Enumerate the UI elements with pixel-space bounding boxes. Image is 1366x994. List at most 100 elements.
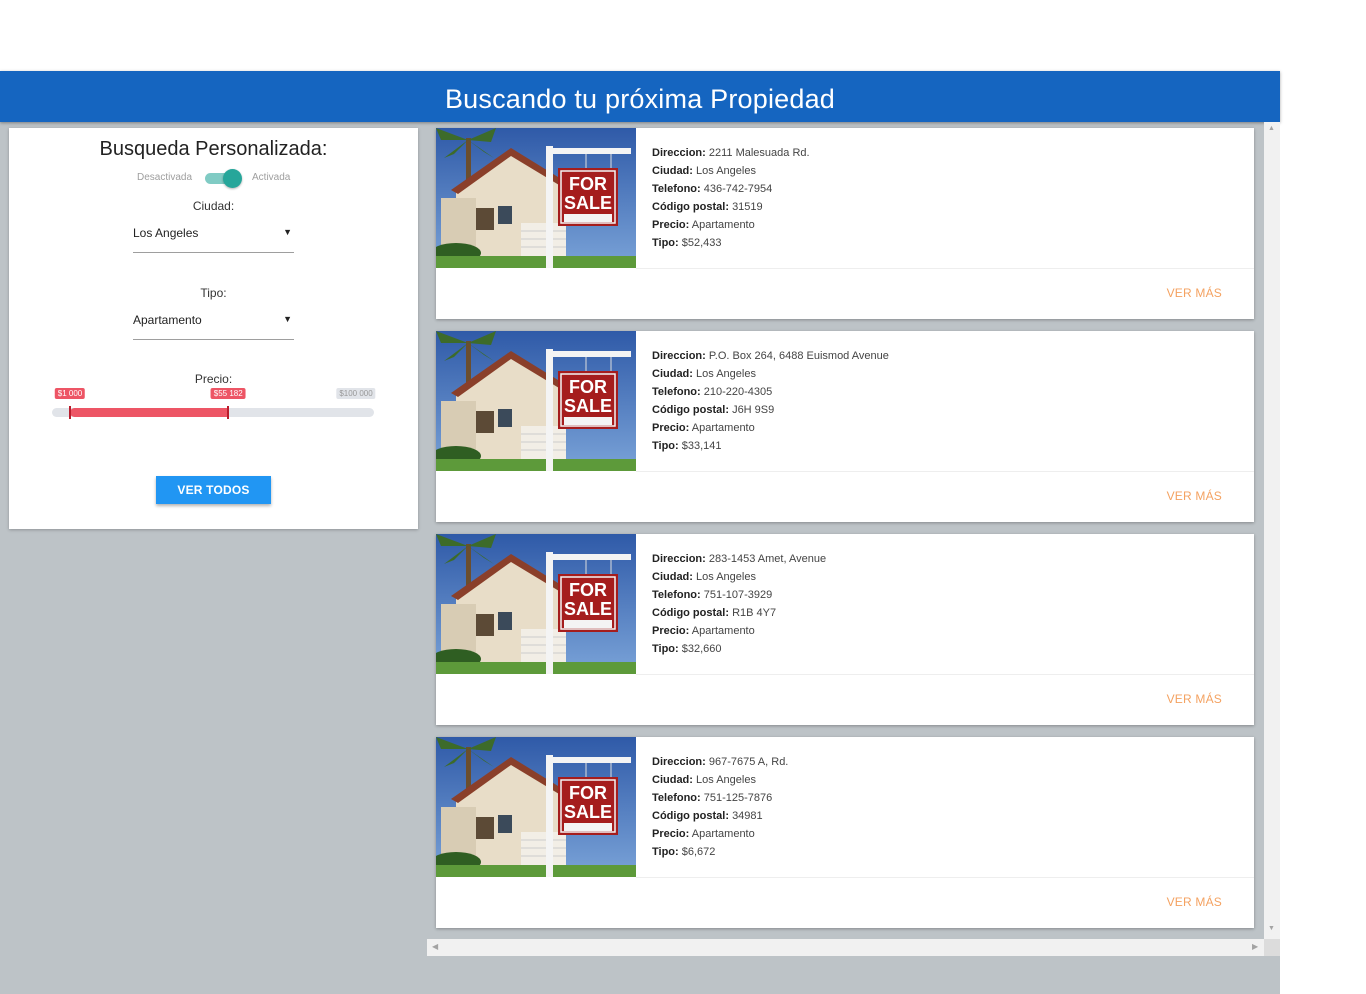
postal-value: 31519 [732,201,763,213]
price-value: Apartamento [691,625,755,637]
phone-label: Telefono: [652,792,701,804]
svg-text:FOR: FOR [569,580,607,600]
city-value: Los Angeles [696,774,756,786]
app-header: Buscando tu próxima Propiedad [0,71,1280,122]
see-more-link[interactable]: VER MÁS [1167,489,1222,503]
scroll-up-icon[interactable]: ▲ [1268,125,1275,132]
toggle-on-label: Activada [252,172,291,183]
phone-line: Telefono: 210-220-4305 [652,383,889,401]
card-divider [636,268,1254,269]
page: Buscando tu próxima Propiedad Busqueda P… [0,0,1366,994]
caret-down-icon: ▼ [283,227,292,237]
address-value: 2211 Malesuada Rd. [708,147,810,159]
postal-label: Código postal: [652,201,729,213]
address-line: Direccion: 967-7675 A, Rd. [652,753,788,771]
for-sale-house-photo: FOR SALE [436,534,636,674]
type-line: Tipo: $6,672 [652,843,788,861]
see-more-link[interactable]: VER MÁS [1167,286,1222,300]
phone-value: 751-125-7876 [703,792,773,804]
for-sale-house-photo: FOR SALE [436,737,636,877]
phone-label: Telefono: [652,386,701,398]
address-label: Direccion: [652,350,706,362]
see-more-link[interactable]: VER MÁS [1167,692,1222,706]
address-label: Direccion: [652,553,706,565]
see-more-link[interactable]: VER MÁS [1167,895,1222,909]
city-field-label: Ciudad: [652,165,693,177]
svg-text:SALE: SALE [564,193,612,213]
svg-text:SALE: SALE [564,396,612,416]
postal-label: Código postal: [652,810,729,822]
property-details: Direccion: P.O. Box 264, 6488 Euismod Av… [652,347,889,455]
price-line: Precio: Apartamento [652,825,788,843]
type-value: $6,672 [681,846,716,858]
postal-value: 34981 [732,810,763,822]
for-sale-house-photo: FOR SALE [436,128,636,268]
postal-line: Código postal: 31519 [652,198,810,216]
city-line: Ciudad: Los Angeles [652,568,826,586]
price-value: Apartamento [691,219,755,231]
price-line: Precio: Apartamento [652,419,889,437]
price-field-label: Precio: [652,828,690,840]
slider-handle-max[interactable] [227,406,230,419]
slider-max-tag: $100 000 [336,388,376,399]
price-value: Apartamento [691,828,755,840]
property-details: Direccion: 283-1453 Amet, Avenue Ciudad:… [652,550,826,658]
filter-panel: Busqueda Personalizada: Desactivada Acti… [9,128,418,529]
page-title: Buscando tu próxima Propiedad [444,84,836,114]
postal-line: Código postal: R1B 4Y7 [652,604,826,622]
type-line: Tipo: $32,660 [652,640,826,658]
city-field-label: Ciudad: [652,571,693,583]
price-range-slider[interactable]: $1 000 $55 182 $100 000 [51,387,376,427]
scroll-left-icon[interactable]: ◀ [432,942,438,951]
scroll-right-icon[interactable]: ▶ [1252,942,1258,951]
slider-selected-range [70,408,229,417]
for-sale-house-photo: FOR SALE [436,331,636,471]
city-line: Ciudad: Los Angeles [652,771,788,789]
phone-value: 210-220-4305 [703,386,773,398]
type-field-label: Tipo: [652,846,679,858]
type-label: Tipo: [200,286,227,300]
filter-toggle-row: Desactivada Activada [9,168,418,188]
phone-label: Telefono: [652,589,701,601]
toggle-off-label: Desactivada [137,172,193,183]
toggle-knob[interactable] [223,169,242,188]
city-value: Los Angeles [696,165,756,177]
phone-value: 436-742-7954 [703,183,773,195]
vertical-scrollbar[interactable]: ▲ ▼ [1264,122,1280,939]
address-value: 967-7675 A, Rd. [708,756,789,768]
svg-text:SALE: SALE [564,802,612,822]
postal-value: R1B 4Y7 [732,607,777,619]
horizontal-scrollbar[interactable]: ◀ ▶ [427,939,1264,956]
caret-down-icon: ▼ [283,314,292,324]
price-line: Precio: Apartamento [652,216,810,234]
property-card: FOR SALE Direccion: 283-1453 Amet, Avenu… [436,534,1254,725]
city-value: Los Angeles [696,368,756,380]
city-select[interactable]: Los Angeles ▼ [133,225,294,253]
city-line: Ciudad: Los Angeles [652,365,889,383]
address-value: P.O. Box 264, 6488 Euismod Avenue [708,350,889,362]
slider-handle-min[interactable] [69,406,71,419]
slider-current-tag: $55 182 [210,388,246,399]
property-details: Direccion: 2211 Malesuada Rd. Ciudad: Lo… [652,144,810,252]
phone-label: Telefono: [652,183,701,195]
price-field-label: Precio: [652,625,690,637]
type-field-label: Tipo: [652,643,679,655]
svg-text:FOR: FOR [569,377,607,397]
type-select[interactable]: Apartamento ▼ [133,312,294,340]
address-value: 283-1453 Amet, Avenue [708,553,827,565]
scroll-down-icon[interactable]: ▼ [1268,925,1275,932]
price-line: Precio: Apartamento [652,622,826,640]
type-field-label: Tipo: [652,237,679,249]
price-label: Precio: [194,372,233,386]
see-all-button[interactable]: VER TODOS [156,476,271,504]
price-value: Apartamento [691,422,755,434]
scrollbar-corner [1264,939,1280,956]
address-label: Direccion: [652,756,706,768]
type-line: Tipo: $33,141 [652,437,889,455]
type-value: $32,660 [681,643,722,655]
city-field-label: Ciudad: [652,774,693,786]
address-line: Direccion: 2211 Malesuada Rd. [652,144,810,162]
slider-min-tag: $1 000 [54,388,86,399]
results-list[interactable]: FOR SALE Direccion: 2211 Malesuada Rd. C… [427,122,1280,956]
postal-line: Código postal: J6H 9S9 [652,401,889,419]
